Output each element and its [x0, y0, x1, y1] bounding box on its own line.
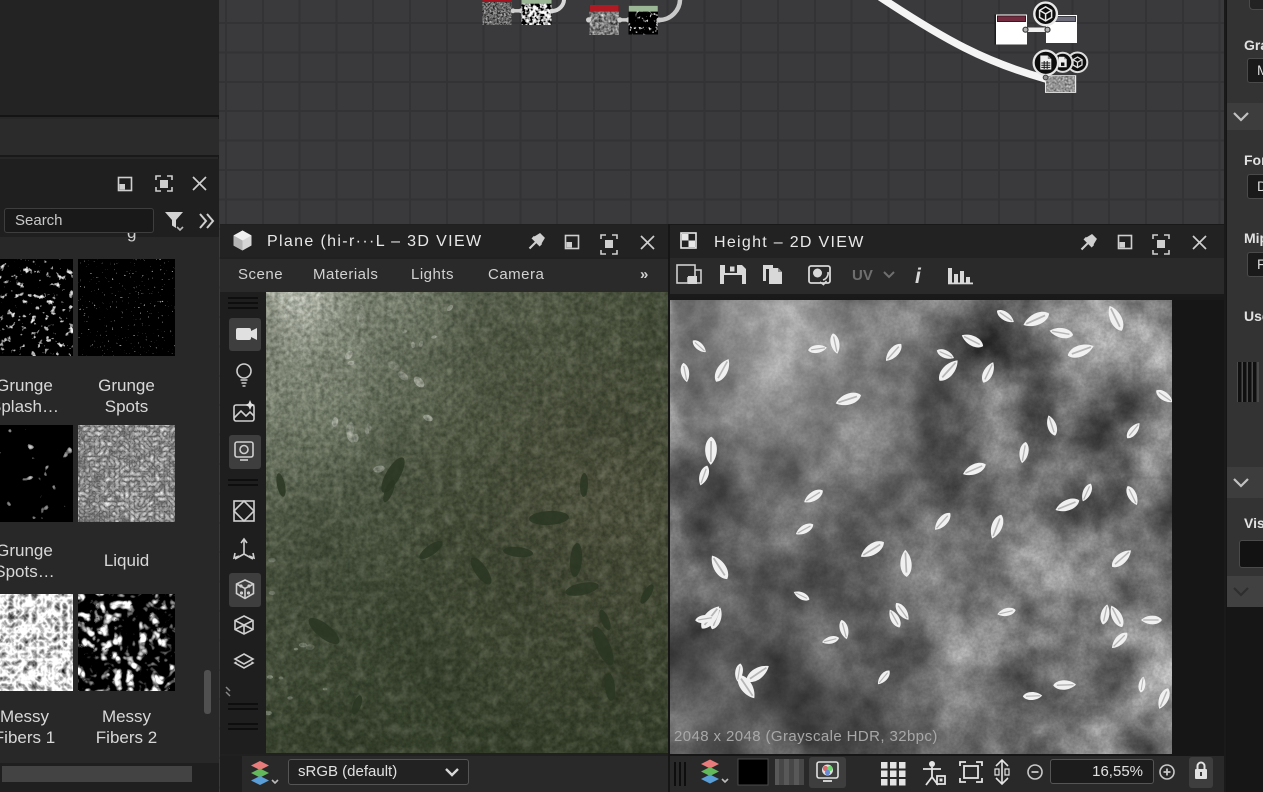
svg-text:UV: UV: [852, 267, 873, 284]
svg-text:i: i: [915, 265, 922, 288]
